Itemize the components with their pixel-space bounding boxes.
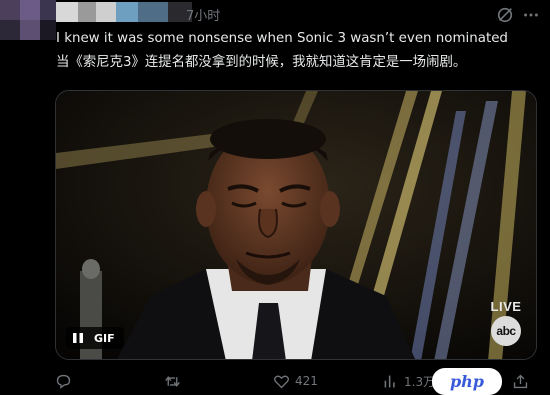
repost-button[interactable] xyxy=(164,370,186,392)
grok-icon[interactable] xyxy=(496,6,514,24)
heart-icon xyxy=(274,374,289,388)
share-button[interactable] xyxy=(512,370,529,392)
more-options-icon[interactable] xyxy=(522,6,540,24)
live-label: LIVE xyxy=(490,299,522,314)
gif-badge[interactable]: GIF xyxy=(66,327,124,349)
reply-icon xyxy=(56,374,71,389)
like-count: 421 xyxy=(295,374,318,388)
abc-logo: abc xyxy=(491,316,521,346)
views-count: 1.3万 xyxy=(404,374,436,389)
abc-logo-text: abc xyxy=(496,324,516,338)
post-text-line-english: I knew it was some nonsense when Sonic 3… xyxy=(56,31,508,46)
post-header: 7小时 xyxy=(0,0,550,40)
gif-label: GIF xyxy=(94,331,115,345)
avatar[interactable] xyxy=(0,0,56,40)
gif-media[interactable]: GIF LIVE abc xyxy=(55,90,537,360)
like-button[interactable]: 421 xyxy=(273,370,318,392)
views-icon xyxy=(384,375,395,387)
php-watermark: php xyxy=(432,368,502,395)
php-watermark-text: php xyxy=(449,372,484,391)
post-text-line-chinese: 当《索尼克3》连提名都没拿到的时候，我就知道这肯定是一场闹剧。 xyxy=(56,55,467,70)
share-icon xyxy=(513,374,528,388)
reply-button[interactable] xyxy=(55,370,77,392)
post-timestamp[interactable]: 7小时 xyxy=(186,5,220,24)
views-button[interactable]: 1.3万 xyxy=(382,370,435,392)
author-name[interactable] xyxy=(56,2,192,22)
repost-icon xyxy=(165,375,180,387)
pause-icon[interactable] xyxy=(72,332,84,344)
live-broadcast-badge: LIVE abc xyxy=(486,299,526,346)
post-text: I knew it was some nonsense when Sonic 3… xyxy=(56,27,536,75)
gif-frame-image xyxy=(56,91,536,359)
